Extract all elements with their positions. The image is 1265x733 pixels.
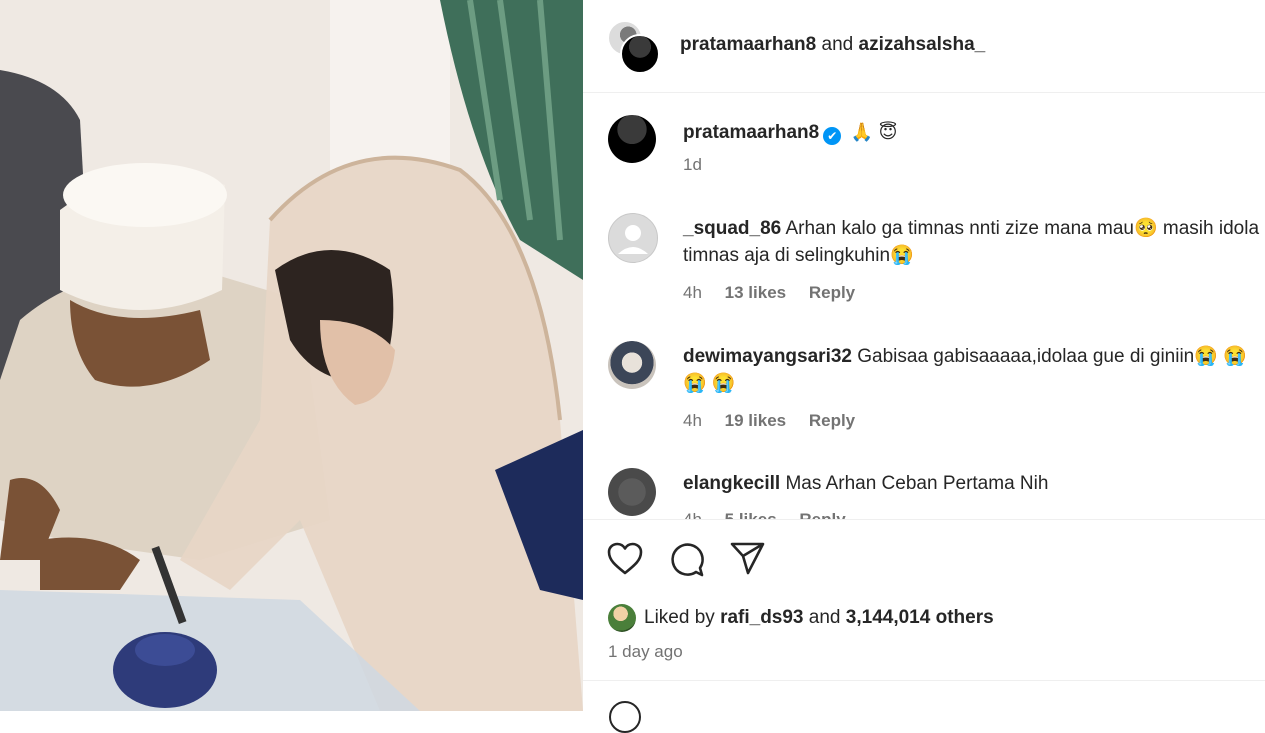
likes-summary[interactable]: Liked by rafi_ds93 and 3,144,014 others — [608, 604, 994, 632]
post-time[interactable]: 1 day ago — [608, 642, 683, 662]
paper-plane-icon[interactable] — [730, 542, 766, 576]
avatar[interactable] — [608, 468, 656, 516]
comments-list[interactable]: pratamaarhan8 ✔ 🙏 😇 1d _squad_86 Arhan ka… — [583, 93, 1265, 519]
author-username-link[interactable]: azizahsalsha_ — [859, 34, 986, 55]
comment-likes[interactable]: 19 likes — [725, 411, 786, 430]
caption-meta: 1d — [683, 155, 720, 175]
caption-username[interactable]: pratamaarhan8 — [683, 122, 819, 143]
liked-by-user[interactable]: rafi_ds93 — [720, 607, 803, 628]
avatar[interactable] — [608, 213, 658, 263]
caption-text: 🙏 😇 — [850, 122, 898, 143]
comment-username[interactable]: _squad_86 — [683, 218, 781, 239]
reply-button[interactable]: Reply — [809, 411, 855, 430]
author-username-link[interactable]: pratamaarhan8 — [680, 34, 816, 55]
comment-icon[interactable] — [669, 542, 705, 578]
comment-username[interactable]: dewimayangsari32 — [683, 346, 852, 367]
post-authors: pratamaarhan8 and azizahsalsha_ — [680, 34, 985, 56]
comment-time[interactable]: 4h — [683, 510, 702, 519]
comment-text: Mas Arhan Ceban Pertama Nih — [785, 473, 1049, 494]
comment-time[interactable]: 4h — [683, 283, 702, 302]
comment-meta: 4h 19 likes Reply — [683, 411, 873, 431]
comment-meta: 4h 5 likes Reply — [683, 510, 864, 519]
comment-body: elangkecill Mas Arhan Ceban Pertama Nih — [683, 470, 1263, 497]
collab-avatars[interactable] — [607, 20, 660, 74]
post-side-panel: pratamaarhan8 and azizahsalsha_ pratamaa… — [583, 0, 1265, 733]
comment-username[interactable]: elangkecill — [683, 473, 780, 494]
post-photo[interactable] — [0, 0, 583, 711]
authors-connector: and — [821, 34, 854, 55]
wedding-photo-illustration — [0, 0, 583, 711]
liked-by-and: and — [808, 607, 841, 629]
comment-time[interactable]: 4h — [683, 411, 702, 430]
avatar[interactable] — [608, 115, 656, 163]
comment-likes[interactable]: 13 likes — [725, 283, 786, 302]
comment-body: _squad_86 Arhan kalo ga timnas nnti zize… — [683, 215, 1263, 269]
comment-likes[interactable]: 5 likes — [725, 510, 777, 519]
reply-button[interactable]: Reply — [809, 283, 855, 302]
heart-icon[interactable] — [607, 542, 643, 576]
avatar[interactable] — [608, 604, 636, 632]
verified-badge-icon: ✔ — [823, 127, 842, 145]
post-header: pratamaarhan8 and azizahsalsha_ — [583, 0, 1265, 93]
default-avatar-icon — [618, 225, 648, 254]
comment-body: dewimayangsari32 Gabisaa gabisaaaaa,idol… — [683, 343, 1263, 397]
caption-time[interactable]: 1d — [683, 155, 702, 174]
avatar[interactable] — [608, 341, 656, 389]
emoji-icon[interactable] — [609, 701, 641, 733]
liked-by-prefix: Liked by — [644, 607, 715, 629]
add-comment-bar — [583, 680, 1265, 733]
reply-button[interactable]: Reply — [799, 510, 845, 519]
comment-meta: 4h 13 likes Reply — [683, 283, 873, 303]
liked-by-others[interactable]: 3,144,014 others — [846, 607, 994, 628]
avatar[interactable] — [620, 34, 660, 74]
post-actions: Liked by rafi_ds93 and 3,144,014 others … — [583, 519, 1265, 680]
caption-body: pratamaarhan8 ✔ 🙏 😇 — [683, 119, 1263, 146]
